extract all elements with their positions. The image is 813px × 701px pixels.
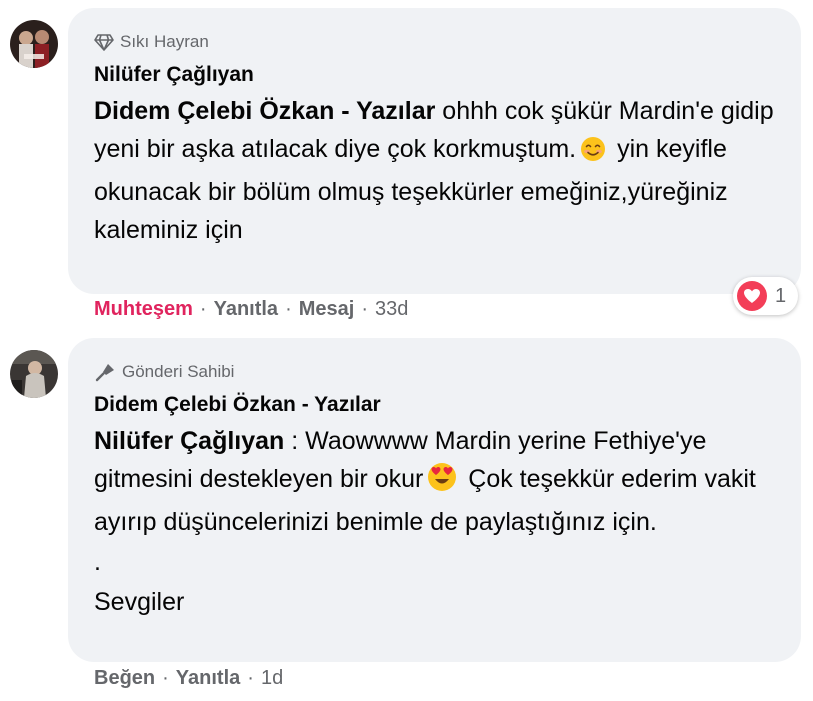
comment-text: Nilüfer Çağlıyan : Waowwww Mardin yerine… (94, 422, 775, 541)
comment-bubble: Gönderi Sahibi Didem Çelebi Özkan - Yazı… (68, 338, 801, 662)
heart-eyes-emoji (427, 462, 457, 503)
avatar[interactable] (10, 350, 58, 398)
separator: · (199, 298, 207, 320)
comment-sign-off: Sevgiler (94, 588, 185, 616)
comment-dot-line: . (94, 548, 101, 576)
comment-actions: Beğen · Yanıtla · 1d (94, 667, 283, 690)
separator: · (247, 667, 254, 689)
badge-label: Gönderi Sahibi (122, 362, 235, 381)
heart-icon (737, 281, 767, 311)
top-fan-badge: Sıkı Hayran (94, 30, 775, 54)
reaction-summary[interactable]: 1 (733, 277, 799, 315)
like-button[interactable]: Beğen (94, 667, 155, 690)
timestamp[interactable]: 33d (375, 298, 408, 321)
microphone-icon (95, 364, 114, 382)
avatar[interactable] (10, 20, 58, 68)
avatar-image (10, 350, 58, 398)
reaction-button[interactable]: Muhteşem (94, 298, 193, 321)
reply-button[interactable]: Yanıtla (214, 298, 278, 321)
separator: · (162, 667, 169, 689)
comment-bubble: Sıkı Hayran Nilüfer Çağlıyan Didem Çeleb… (68, 8, 801, 294)
reply-button[interactable]: Yanıtla (176, 667, 240, 690)
avatar-image (10, 20, 58, 68)
comment-actions: Muhteşem · Yanıtla · Mesaj · 33d (94, 298, 408, 321)
smiling-face-emoji (580, 135, 606, 173)
mention-link[interactable]: Nilüfer Çağlıyan (94, 427, 284, 455)
separator: · (285, 298, 292, 320)
comment-author[interactable]: Didem Çelebi Özkan - Yazılar (94, 390, 775, 420)
message-button[interactable]: Mesaj (299, 298, 355, 321)
timestamp[interactable]: 1d (261, 667, 283, 690)
separator: · (361, 298, 368, 320)
reaction-count: 1 (775, 284, 787, 307)
comment-text: Didem Çelebi Özkan - Yazılar ohhh cok şü… (94, 92, 775, 249)
badge-label: Sıkı Hayran (120, 32, 209, 51)
mention-link[interactable]: Didem Çelebi Özkan - Yazılar (94, 97, 435, 125)
diamond-icon (94, 34, 114, 51)
author-badge: Gönderi Sahibi (94, 360, 775, 384)
comment-author[interactable]: Nilüfer Çağlıyan (94, 60, 775, 90)
